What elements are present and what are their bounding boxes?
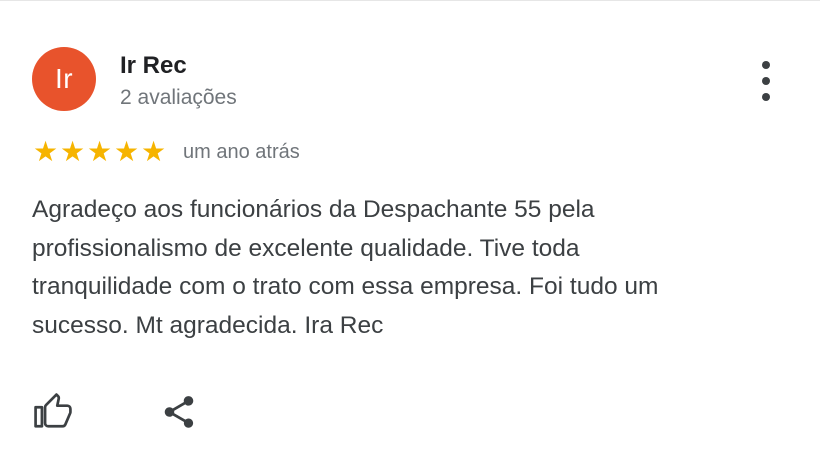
like-button[interactable] <box>32 391 74 433</box>
more-vert-icon-dot <box>762 93 770 101</box>
star-icon: ★ <box>86 136 113 167</box>
more-vert-icon <box>762 61 770 69</box>
more-vert-icon-dot <box>762 77 770 85</box>
avatar-initials: Ir <box>54 63 74 94</box>
review-text: Agradeço aos funcionários da Despachante… <box>32 196 659 339</box>
share-button[interactable] <box>158 391 200 433</box>
more-options-button[interactable] <box>752 61 780 101</box>
star-icon: ★ <box>32 136 59 167</box>
avatar[interactable]: Ir <box>32 47 96 111</box>
author-info: Ir Rec 2 avaliações <box>120 51 237 113</box>
author-name[interactable]: Ir Rec <box>120 51 237 81</box>
star-rating: ★ ★ ★ ★ ★ <box>32 135 167 169</box>
review-card: Ir Ir Rec 2 avaliações ★ ★ ★ ★ ★ um ano atrá… <box>0 0 820 466</box>
review-header: Ir Ir Rec 2 avaliações <box>32 47 237 113</box>
thumb-up-outline-icon <box>34 393 72 428</box>
share-icon <box>164 396 194 428</box>
star-icon: ★ <box>140 136 167 167</box>
author-review-count: 2 avaliações <box>120 86 237 109</box>
review-date: um ano atrás <box>183 140 300 163</box>
rating-row: ★ ★ ★ ★ ★ um ano atrás <box>32 135 300 169</box>
star-icon: ★ <box>59 136 86 167</box>
star-icon: ★ <box>113 136 140 167</box>
review-actions <box>32 391 200 433</box>
